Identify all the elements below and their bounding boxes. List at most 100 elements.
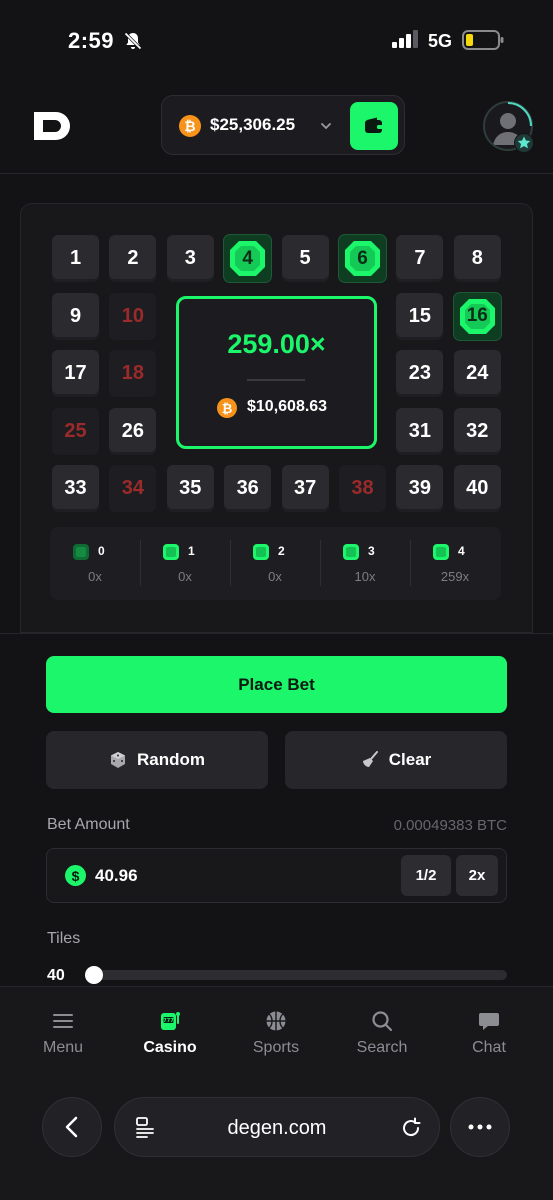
tile[interactable]: 3 — [166, 235, 214, 282]
tile[interactable]: 7 — [396, 235, 444, 282]
tile[interactable]: 9 — [52, 292, 99, 340]
tile[interactable]: 15 — [396, 292, 444, 340]
bitcoin-icon: ₿ — [217, 398, 237, 418]
tile[interactable]: 33 — [52, 465, 99, 512]
bet-amount-input[interactable] — [95, 863, 295, 889]
address-bar[interactable]: degen.com — [114, 1097, 440, 1157]
payout-table: 0 0x 1 0x 2 0x 3 10x 4 259x — [50, 527, 501, 600]
status-bar: 2:59 5G — [0, 0, 553, 80]
tiles-slider-track[interactable] — [86, 970, 507, 980]
bell-muted-icon — [124, 32, 142, 50]
tile[interactable]: 36 — [224, 465, 272, 512]
payout-cell: 1 0x — [140, 527, 230, 600]
back-button[interactable] — [42, 1097, 102, 1157]
tile-miss[interactable]: 18 — [109, 350, 157, 397]
url-text: degen.com — [227, 1117, 327, 1139]
battery-icon — [462, 30, 504, 50]
tile-number: 16 — [466, 305, 488, 326]
chevron-down-icon — [321, 123, 331, 130]
tile-hit[interactable]: 16 — [453, 292, 501, 340]
tile[interactable]: 2 — [109, 235, 157, 282]
tiles-slider-thumb[interactable] — [85, 966, 103, 984]
tile-miss[interactable]: 25 — [52, 407, 99, 455]
payout-multiplier: 10x — [354, 569, 376, 584]
nav-label: Search — [356, 1039, 408, 1056]
payout-cell: 2 0x — [230, 527, 320, 600]
svg-text:777: 777 — [163, 1018, 174, 1024]
bet-amount-field: $ 1/2 2x — [46, 848, 507, 903]
status-time: 2:59 — [68, 28, 115, 53]
tile[interactable]: 37 — [281, 465, 329, 512]
tile[interactable]: 24 — [453, 350, 501, 397]
payout-multiplier: 259x — [440, 569, 470, 584]
broom-icon — [362, 751, 378, 767]
half-bet-button[interactable]: 1/2 — [401, 855, 451, 896]
payout-cell: 4 259x — [410, 527, 500, 600]
tile-miss[interactable]: 38 — [339, 465, 386, 512]
payout-hit-count: 3 — [368, 544, 375, 558]
place-bet-button[interactable]: Place Bet — [46, 656, 507, 713]
clear-label: Clear — [388, 750, 432, 769]
win-amount: $10,608.63 — [247, 398, 328, 415]
gem-icon — [163, 544, 179, 560]
wallet-icon — [365, 117, 383, 133]
gem-icon — [343, 544, 359, 560]
tiles-label: Tiles — [47, 930, 81, 947]
more-options-button[interactable] — [450, 1097, 510, 1157]
win-popup: 259.00× ₿ $10,608.63 — [176, 296, 377, 449]
tile[interactable]: 17 — [52, 350, 99, 397]
tile[interactable]: 35 — [166, 465, 214, 512]
basketball-icon — [266, 1011, 286, 1031]
gem-icon — [253, 544, 269, 560]
tile-miss[interactable]: 10 — [109, 292, 157, 340]
nav-search[interactable]: Search — [327, 987, 437, 1075]
tile[interactable]: 23 — [396, 350, 444, 397]
tile[interactable]: 26 — [109, 407, 157, 455]
win-multiplier: 259.00× — [227, 329, 326, 359]
tile[interactable]: 39 — [396, 465, 444, 512]
reload-icon[interactable] — [400, 1117, 422, 1139]
nav-sports[interactable]: Sports — [221, 987, 331, 1075]
tile[interactable]: 32 — [453, 407, 501, 455]
bitcoin-icon: ₿ — [179, 115, 201, 137]
double-bet-button[interactable]: 2x — [456, 855, 498, 896]
tile[interactable]: 8 — [453, 235, 501, 282]
payout-multiplier: 0x — [268, 569, 282, 584]
dollar-icon: $ — [65, 865, 86, 886]
tile-miss[interactable]: 34 — [109, 465, 157, 512]
tile[interactable]: 40 — [453, 465, 501, 512]
slot-machine-icon: 777 — [161, 1012, 180, 1030]
app-header: ₿ $25,306.25 — [0, 88, 553, 174]
bet-amount-label: Bet Amount — [47, 816, 130, 833]
more-icon — [468, 1124, 492, 1130]
chevron-left-icon — [65, 1116, 78, 1138]
nav-label: Chat — [472, 1039, 506, 1056]
tile-number: 4 — [242, 247, 253, 269]
nav-menu[interactable]: Menu — [8, 987, 118, 1075]
payout-hit-count: 1 — [188, 544, 195, 558]
star-badge-icon — [514, 133, 534, 153]
tile-number: 6 — [357, 247, 368, 269]
degen-logo[interactable] — [32, 110, 72, 142]
random-button[interactable]: Random — [46, 731, 268, 789]
nav-casino[interactable]: 777 Casino — [115, 987, 225, 1075]
chat-icon — [479, 1013, 499, 1030]
tile[interactable]: 31 — [396, 407, 444, 455]
payout-hit-count: 0 — [98, 544, 105, 558]
gem-icon — [73, 544, 89, 560]
random-label: Random — [137, 750, 205, 769]
tile[interactable]: 5 — [281, 235, 329, 282]
tile-hit[interactable]: 4 — [224, 235, 272, 282]
signal-icon — [392, 30, 418, 48]
payout-hit-count: 2 — [278, 544, 285, 558]
network-type: 5G — [428, 31, 453, 51]
clear-button[interactable]: Clear — [285, 731, 507, 789]
nav-chat[interactable]: Chat — [434, 987, 544, 1075]
nav-label: Sports — [252, 1039, 300, 1056]
balance-selector[interactable]: ₿ $25,306.25 — [161, 95, 405, 155]
tile[interactable]: 1 — [52, 235, 99, 282]
tile-hit[interactable]: 6 — [339, 235, 386, 282]
nav-label: Casino — [143, 1039, 197, 1056]
payout-multiplier: 0x — [178, 569, 192, 584]
wallet-button[interactable] — [350, 102, 398, 150]
